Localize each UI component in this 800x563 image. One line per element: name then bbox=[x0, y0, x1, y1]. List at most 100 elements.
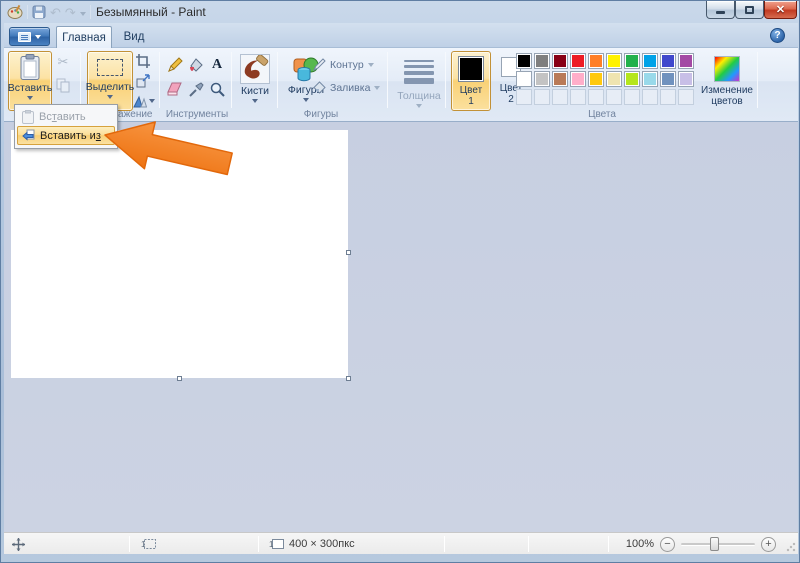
palette-swatch[interactable] bbox=[660, 53, 676, 69]
canvas-resize-handle-corner[interactable] bbox=[346, 376, 351, 381]
pencil-tool-icon[interactable] bbox=[166, 56, 184, 74]
canvas-resize-handle-right[interactable] bbox=[346, 250, 351, 255]
colors-group-label: Цвета bbox=[542, 109, 662, 121]
minimize-button[interactable] bbox=[706, 1, 735, 19]
palette-swatch[interactable] bbox=[678, 71, 694, 87]
outline-icon bbox=[313, 58, 326, 71]
palette-empty-slot[interactable] bbox=[624, 89, 640, 105]
fill-tool-icon[interactable] bbox=[187, 56, 205, 74]
paste-from-icon bbox=[22, 129, 35, 142]
selection-size-indicator: 1 bbox=[141, 533, 156, 555]
application-menu-button[interactable] bbox=[9, 27, 50, 46]
edit-colors-label-line1: Изменение bbox=[701, 85, 753, 96]
palette-swatch[interactable] bbox=[552, 71, 568, 87]
fill-dropdown[interactable]: Заливка bbox=[313, 81, 380, 94]
select-dropdown-icon bbox=[107, 95, 113, 99]
palette-empty-slot[interactable] bbox=[678, 89, 694, 105]
brushes-button[interactable]: Кисти bbox=[235, 51, 275, 111]
palette-swatch[interactable] bbox=[588, 53, 604, 69]
palette-swatch[interactable] bbox=[570, 71, 586, 87]
palette-swatch[interactable] bbox=[534, 71, 550, 87]
palette-swatch[interactable] bbox=[678, 53, 694, 69]
palette-swatch[interactable] bbox=[534, 53, 550, 69]
palette-swatch[interactable] bbox=[642, 53, 658, 69]
palette-empty-slot[interactable] bbox=[516, 89, 532, 105]
resize-icon[interactable] bbox=[135, 73, 151, 89]
menu-item-paste-from-label: Вставить из bbox=[40, 130, 101, 142]
magnifier-tool-icon[interactable] bbox=[208, 80, 226, 98]
qat-dropdown-icon[interactable] bbox=[80, 12, 86, 16]
palette-empty-slot[interactable] bbox=[642, 89, 658, 105]
palette-empty-slot[interactable] bbox=[606, 89, 622, 105]
outline-dropdown[interactable]: Контур bbox=[313, 58, 374, 71]
paste-button[interactable]: Вставить bbox=[8, 51, 52, 111]
text-tool-icon[interactable]: A bbox=[208, 56, 226, 74]
edit-colors-button[interactable]: Изменение цветов bbox=[699, 51, 755, 111]
tab-home[interactable]: Главная bbox=[56, 26, 112, 48]
brush-icon bbox=[240, 54, 270, 84]
palette-swatch[interactable] bbox=[624, 53, 640, 69]
title-bar: ↶ ↷ Безымянный - Paint ✕ bbox=[1, 1, 799, 23]
select-button[interactable]: Выделить bbox=[87, 51, 133, 111]
cursor-position-icon bbox=[12, 538, 25, 551]
zoom-in[interactable]: + bbox=[761, 533, 776, 555]
menu-item-paste-from[interactable]: Вставить из bbox=[17, 126, 115, 145]
palette-swatch[interactable] bbox=[606, 71, 622, 87]
undo-icon[interactable]: ↶ bbox=[50, 6, 61, 19]
rotate-icon[interactable] bbox=[133, 93, 155, 109]
palette-swatch[interactable] bbox=[624, 71, 640, 87]
color-picker-tool-icon[interactable] bbox=[187, 80, 205, 98]
clipboard-icon bbox=[20, 54, 40, 81]
zoom-level-text: 100% bbox=[626, 538, 654, 550]
ribbon: Вставить ✂ Выделить Изображение bbox=[4, 48, 798, 122]
eraser-tool-icon[interactable] bbox=[166, 80, 184, 98]
save-icon[interactable] bbox=[32, 5, 46, 19]
outline-caret-icon bbox=[368, 63, 374, 67]
zoom-out-icon: − bbox=[660, 537, 675, 552]
palette-swatch[interactable] bbox=[660, 71, 676, 87]
help-button[interactable]: ? bbox=[770, 28, 785, 43]
palette-empty-slot[interactable] bbox=[588, 89, 604, 105]
palette-swatch[interactable] bbox=[516, 53, 532, 69]
tab-view[interactable]: Вид bbox=[114, 26, 154, 48]
group-separator bbox=[80, 52, 81, 108]
palette-swatch[interactable] bbox=[570, 53, 586, 69]
cut-icon[interactable]: ✂ bbox=[55, 54, 71, 70]
palette-swatch[interactable] bbox=[552, 53, 568, 69]
group-separator bbox=[757, 52, 758, 108]
zoom-slider-thumb[interactable] bbox=[710, 537, 719, 551]
maximize-button[interactable] bbox=[735, 1, 764, 19]
paint-window: ↶ ↷ Безымянный - Paint ✕ Главная Вид ? В… bbox=[0, 0, 800, 563]
palette-empty-slot[interactable] bbox=[570, 89, 586, 105]
close-button[interactable]: ✕ bbox=[764, 1, 797, 19]
menu-item-paste-label: Вставить bbox=[39, 111, 86, 123]
cursor-position-indicator bbox=[12, 533, 25, 555]
resize-grip[interactable] bbox=[786, 542, 796, 552]
palette-empty-slot[interactable] bbox=[660, 89, 676, 105]
palette-empty-slot[interactable] bbox=[534, 89, 550, 105]
close-icon: ✕ bbox=[776, 3, 785, 16]
canvas-size-text: 400 × 300пкс bbox=[289, 538, 355, 550]
copy-icon[interactable] bbox=[55, 77, 71, 93]
color1-button[interactable]: Цвет 1 bbox=[451, 51, 491, 111]
size-dropdown-icon bbox=[416, 104, 422, 108]
palette-swatch[interactable] bbox=[516, 71, 532, 87]
palette-swatch[interactable] bbox=[606, 53, 622, 69]
drawing-canvas[interactable] bbox=[11, 130, 348, 378]
quick-access-toolbar: ↶ ↷ bbox=[7, 3, 91, 21]
crop-icon[interactable] bbox=[135, 53, 151, 69]
color1-swatch bbox=[458, 56, 484, 82]
edit-colors-label-line2: цветов bbox=[701, 96, 753, 107]
redo-icon[interactable]: ↷ bbox=[65, 6, 76, 19]
zoom-level: 100% bbox=[616, 533, 654, 555]
palette-swatch[interactable] bbox=[642, 71, 658, 87]
application-menu-icon bbox=[18, 32, 31, 42]
zoom-out[interactable]: − bbox=[660, 533, 675, 555]
group-separator bbox=[445, 52, 446, 108]
minimize-icon bbox=[716, 11, 725, 14]
size-button[interactable]: Толщина bbox=[393, 51, 445, 111]
palette-empty-slot[interactable] bbox=[552, 89, 568, 105]
palette-swatch[interactable] bbox=[588, 71, 604, 87]
tab-view-label: Вид bbox=[124, 31, 145, 43]
canvas-resize-handle-bottom[interactable] bbox=[177, 376, 182, 381]
